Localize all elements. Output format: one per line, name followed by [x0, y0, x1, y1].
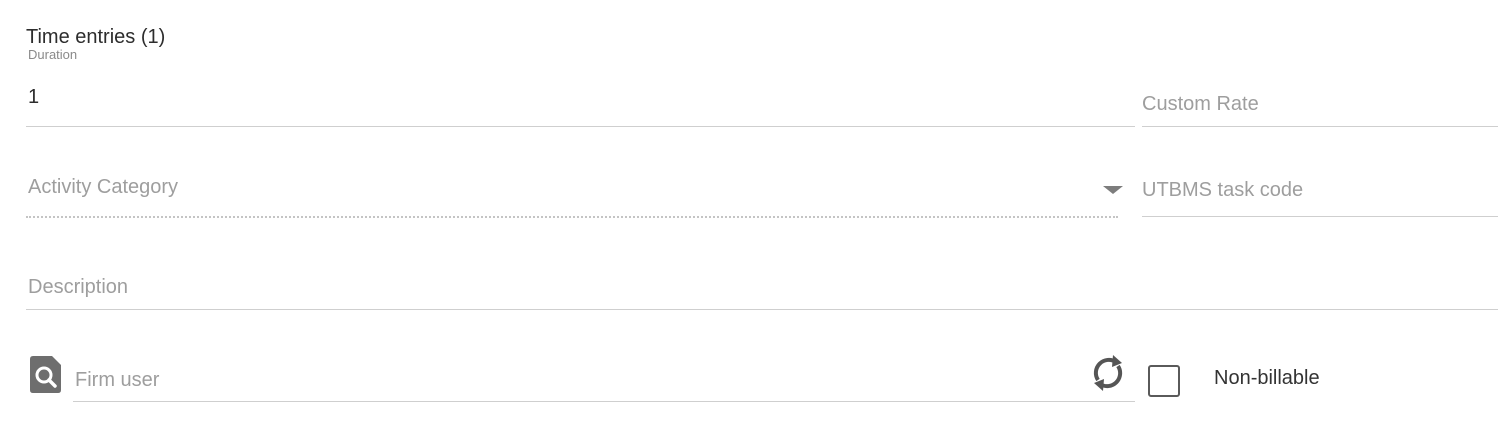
search-user-icon[interactable]	[30, 356, 61, 393]
activity-category-select[interactable]: Activity Category	[28, 176, 1098, 204]
custom-rate-underline	[1142, 126, 1498, 127]
description-underline	[26, 309, 1498, 310]
duration-underline	[26, 126, 1135, 127]
utbms-task-code-input[interactable]	[1142, 176, 1492, 204]
activity-category-underline	[26, 216, 1118, 218]
duration-label: Duration	[28, 47, 78, 62]
firm-user-input[interactable]	[75, 366, 1075, 394]
section-title: Time entries (1)	[26, 26, 166, 48]
firm-user-underline	[73, 401, 1135, 402]
custom-rate-input[interactable]	[1142, 91, 1492, 117]
duration-input[interactable]	[28, 84, 1118, 110]
utbms-underline	[1142, 216, 1498, 217]
non-billable-label: Non-billable	[1214, 367, 1320, 389]
refresh-icon[interactable]	[1089, 353, 1127, 393]
caret-down-icon[interactable]	[1103, 186, 1123, 194]
non-billable-checkbox[interactable]	[1148, 365, 1180, 397]
description-input[interactable]	[28, 273, 1488, 301]
